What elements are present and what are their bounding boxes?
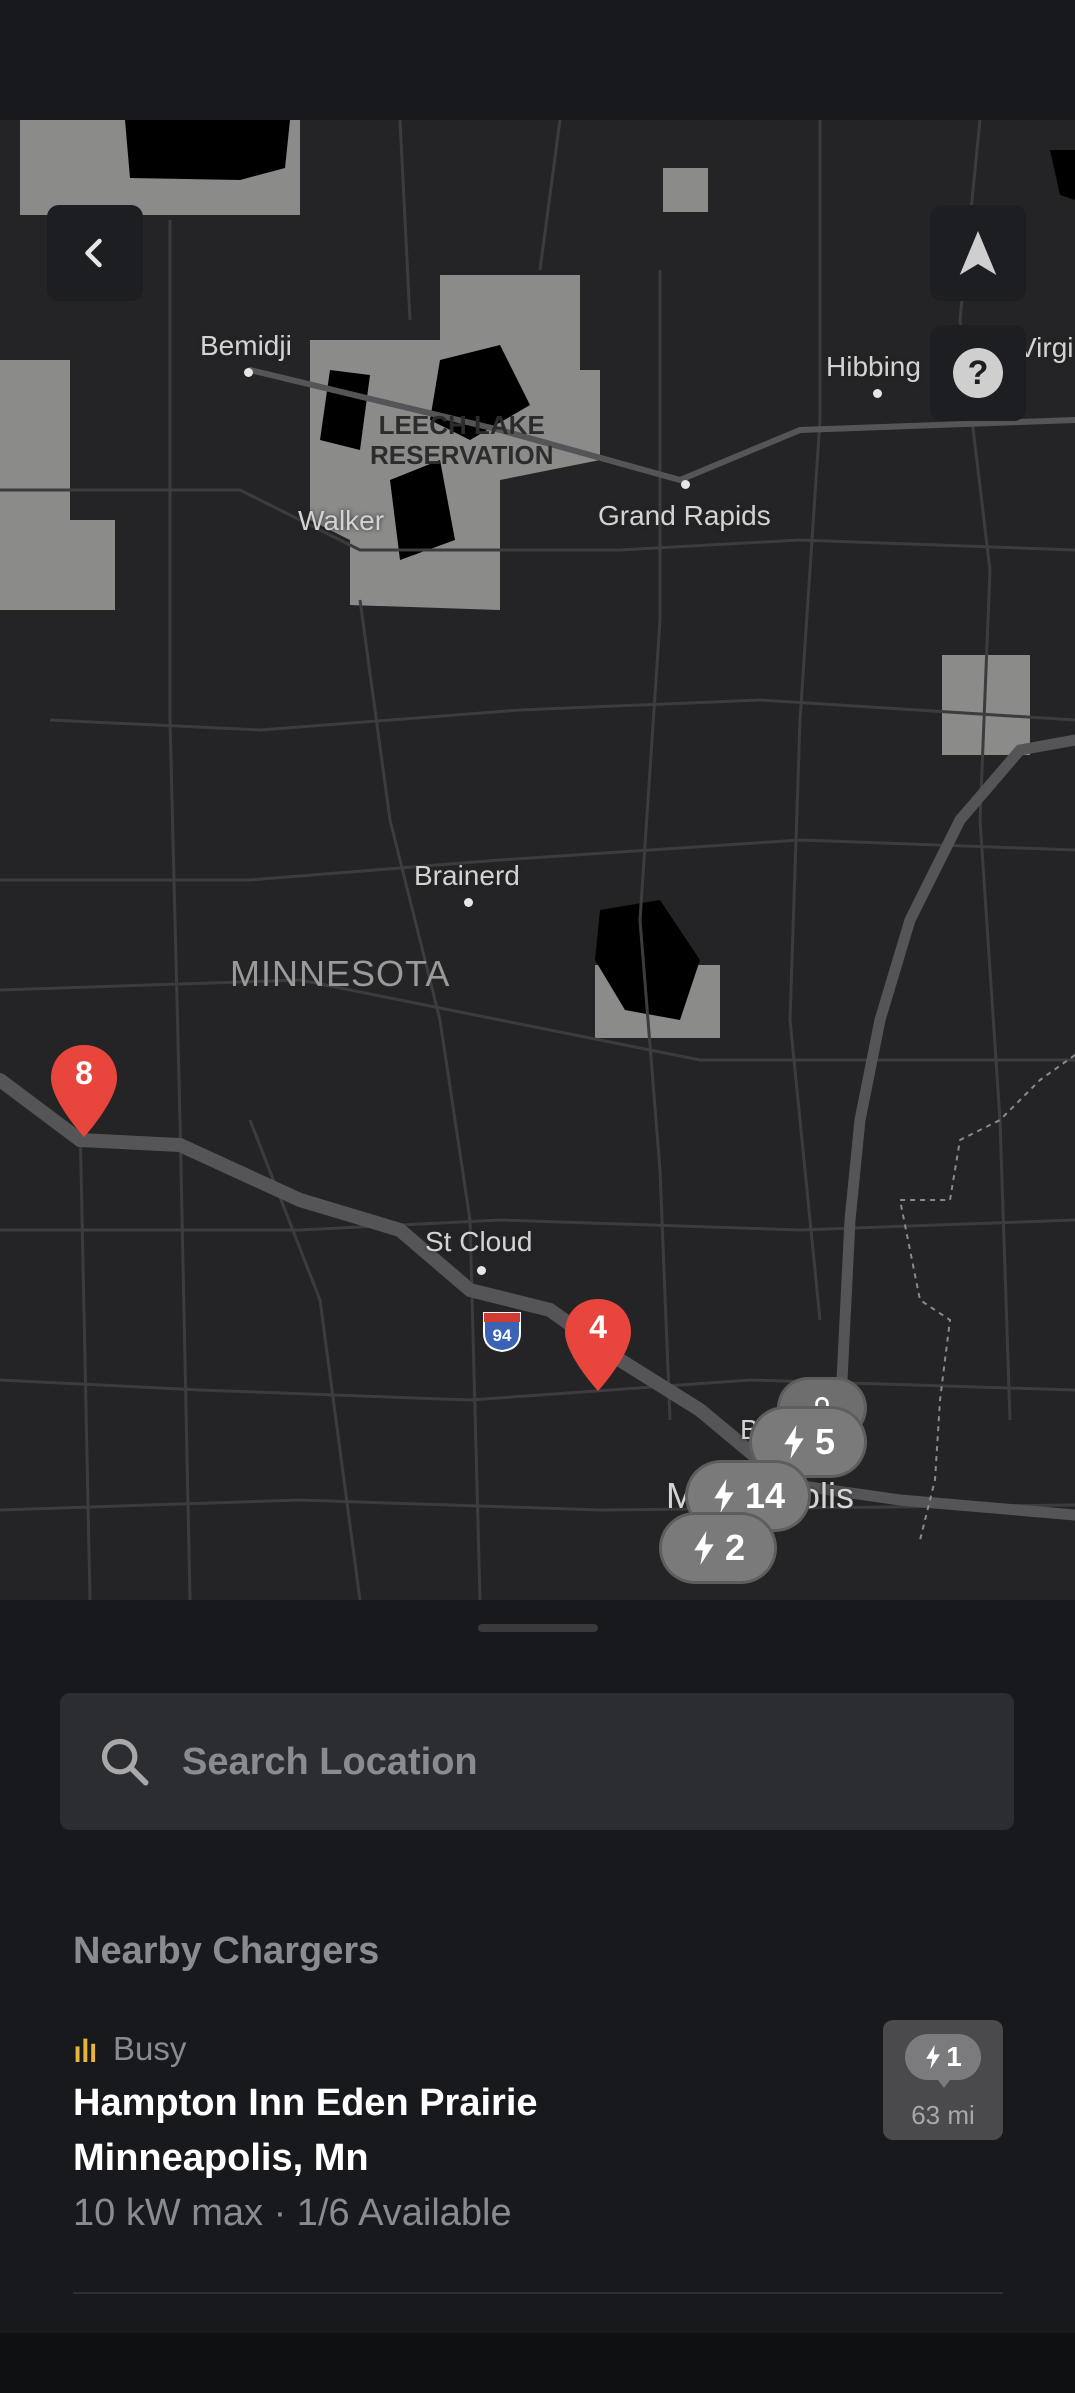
bottom-sheet: Nearby Chargers Busy Hampton Inn Eden Pr… xyxy=(0,1600,1075,2333)
recenter-button[interactable] xyxy=(930,205,1026,301)
place-label-hibbing: Hibbing xyxy=(826,351,921,382)
charger-city: Minneapolis, Mn xyxy=(73,2137,369,2179)
land-area xyxy=(0,360,115,610)
bolt-icon xyxy=(694,1531,714,1565)
charger-info: 10 kW max · 1/6 Available xyxy=(73,2192,512,2234)
charger-cluster[interactable]: 2 xyxy=(662,1515,774,1581)
help-button[interactable]: ? xyxy=(930,325,1026,421)
charger-list-item[interactable]: Busy Hampton Inn Eden Prairie Minneapoli… xyxy=(60,2020,1014,2250)
state-label: MINNESOTA xyxy=(230,953,451,994)
place-dot xyxy=(244,368,253,377)
cluster-count: 14 xyxy=(744,1475,786,1516)
navigation-arrow-icon xyxy=(959,231,997,275)
charger-pin[interactable]: 4 xyxy=(563,1297,633,1393)
place-dot xyxy=(464,898,473,907)
search-bar[interactable] xyxy=(60,1693,1014,1832)
busy-status: Busy xyxy=(73,2030,186,2068)
chevron-left-icon xyxy=(85,238,102,268)
bolt-icon xyxy=(926,2045,941,2069)
bolt-icon xyxy=(714,1479,734,1513)
reservation-label: LEECH LAKE RESERVATION xyxy=(370,410,554,470)
divider xyxy=(73,2292,1003,2294)
place-label-brainerd: Brainerd xyxy=(414,860,520,891)
distance-text: 63 mi xyxy=(911,2100,975,2130)
land-area xyxy=(663,168,708,212)
pin-count: 4 xyxy=(589,1309,607,1345)
place-label-minneapolis-end: olis xyxy=(800,1475,855,1516)
back-button[interactable] xyxy=(47,205,143,301)
navigation-bar xyxy=(0,2333,1075,2393)
bubble-tail xyxy=(935,2076,953,2088)
busy-bars-icon xyxy=(75,2038,96,2062)
interstate-shield-label: 94 xyxy=(492,1326,512,1345)
cluster-count: 5 xyxy=(814,1421,836,1462)
charger-pin[interactable]: 8 xyxy=(49,1043,119,1139)
charger-name: Hampton Inn Eden Prairie xyxy=(73,2082,538,2124)
status-bar xyxy=(0,0,1075,120)
section-title: Nearby Chargers xyxy=(73,1930,380,1972)
place-label-bemidji: Bemidji xyxy=(200,330,292,361)
place-label-virginia: Virgi xyxy=(1018,332,1074,363)
place-label-st-cloud: St Cloud xyxy=(425,1226,533,1257)
distance-card[interactable]: 1 63 mi xyxy=(883,2020,1003,2140)
drag-handle[interactable] xyxy=(478,1624,598,1632)
place-label-grand-rapids: Grand Rapids xyxy=(598,500,771,531)
stall-bubble: 1 xyxy=(905,2034,981,2080)
cluster-count: 2 xyxy=(724,1527,746,1568)
pin-count: 8 xyxy=(75,1055,93,1091)
lake xyxy=(1050,150,1075,200)
map-view[interactable]: 94 Bemidji Walker Hibbing Virgi Grand Ra… xyxy=(0,120,1075,1600)
map-canvas xyxy=(0,120,1075,1600)
search-icon xyxy=(101,1738,149,1786)
place-label-walker: Walker xyxy=(298,505,385,536)
place-dot xyxy=(681,480,690,489)
bolt-icon xyxy=(784,1425,804,1459)
stall-count: 1 xyxy=(946,2041,962,2072)
busy-label: Busy xyxy=(113,2030,187,2067)
place-dot xyxy=(477,1266,486,1275)
question-mark-icon: ? xyxy=(953,348,1003,398)
state-border xyxy=(898,1054,1075,1541)
search-input[interactable] xyxy=(180,1693,984,1832)
place-dot xyxy=(873,389,882,398)
lake xyxy=(125,120,290,180)
